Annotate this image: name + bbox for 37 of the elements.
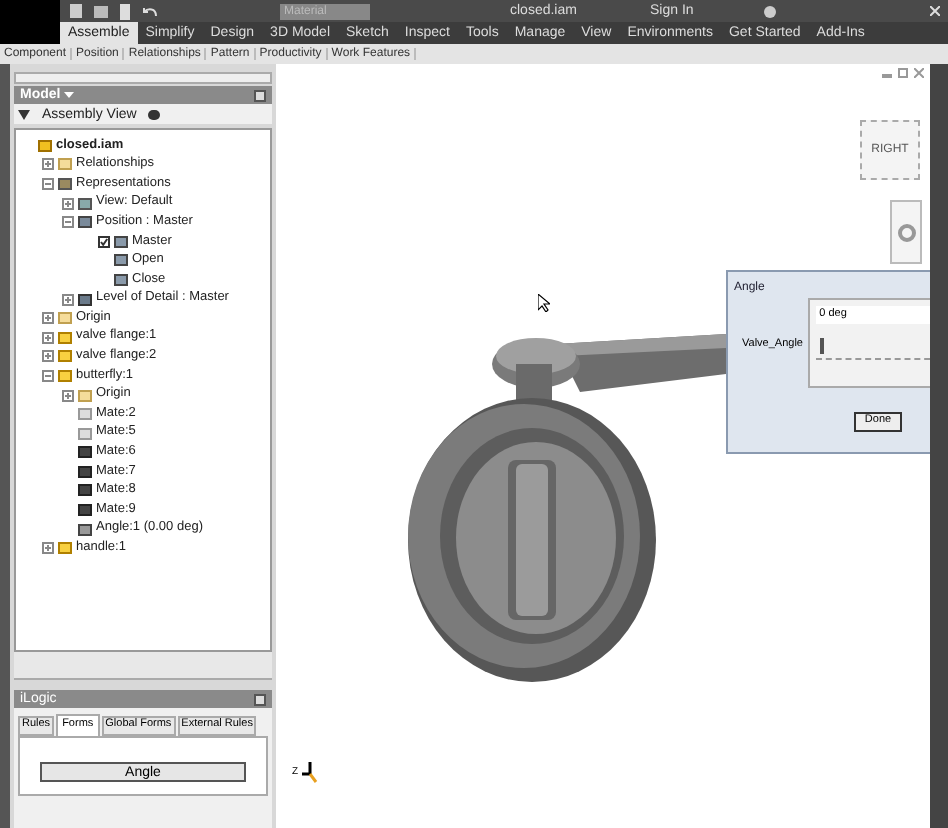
slider-thumb[interactable]	[819, 338, 824, 354]
open-icon[interactable]	[94, 5, 108, 17]
folder-icon	[58, 158, 72, 171]
assembly-icon	[38, 139, 52, 152]
expand-toggle[interactable]	[62, 197, 74, 210]
collapse-toggle[interactable]	[62, 216, 74, 229]
expand-toggle[interactable]	[62, 293, 74, 306]
folder-icon	[78, 389, 92, 402]
close-icon[interactable]	[914, 68, 924, 78]
expand-toggle[interactable]	[42, 331, 54, 344]
cursor-icon	[538, 294, 550, 312]
save-icon[interactable]	[120, 3, 130, 19]
undo-icon[interactable]	[142, 5, 158, 17]
collapse-toggle[interactable]	[42, 177, 54, 190]
help-icon[interactable]	[254, 693, 266, 705]
steering-wheel-icon[interactable]	[897, 223, 915, 241]
help-icon[interactable]	[763, 5, 776, 17]
position-icon	[78, 216, 92, 229]
axis-triad-icon	[300, 760, 321, 784]
caret-icon[interactable]	[64, 92, 75, 98]
restore-icon[interactable]	[898, 68, 908, 78]
view-icon	[78, 197, 92, 210]
filter-icon[interactable]	[18, 109, 30, 119]
expand-toggle[interactable]	[62, 389, 74, 402]
expand-toggle[interactable]	[42, 350, 54, 363]
representations-icon	[58, 177, 72, 190]
expand-toggle[interactable]	[42, 158, 54, 171]
angle-icon	[78, 523, 92, 536]
folder-icon	[58, 312, 72, 325]
expand-toggle[interactable]	[42, 312, 54, 325]
part-icon	[58, 542, 72, 555]
help-icon[interactable]	[254, 89, 266, 101]
navigation-bar[interactable]	[890, 200, 922, 264]
level-of-detail-icon	[78, 293, 92, 306]
checkbox[interactable]	[98, 235, 110, 248]
expand-toggle[interactable]	[42, 542, 54, 555]
collapse-toggle[interactable]	[42, 369, 54, 382]
